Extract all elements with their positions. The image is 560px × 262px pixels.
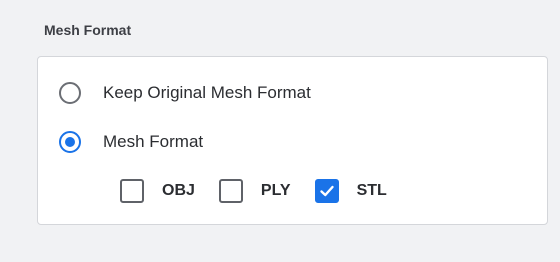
section-title: Mesh Format (44, 22, 132, 38)
stl-checkbox[interactable] (314, 179, 339, 203)
mesh-format-card: Keep Original Mesh Format Mesh Format OB… (37, 56, 548, 225)
mesh-format-option[interactable]: Mesh Format (59, 128, 203, 156)
obj-label: OBJ (162, 182, 195, 199)
mesh-format-radio[interactable] (59, 131, 81, 153)
ply-label: PLY (260, 182, 291, 199)
keep-original-radio[interactable] (59, 82, 81, 104)
stl-label: STL (356, 182, 387, 199)
keep-original-label: Keep Original Mesh Format (103, 83, 311, 102)
format-checkbox-group: OBJ PLY STL (120, 177, 411, 205)
format-option-stl[interactable]: STL (314, 179, 387, 203)
obj-checkbox[interactable] (120, 179, 144, 203)
checkmark-icon (319, 185, 334, 197)
keep-original-option[interactable]: Keep Original Mesh Format (59, 79, 311, 107)
format-option-ply[interactable]: PLY (218, 179, 291, 203)
ply-checkbox[interactable] (218, 179, 243, 203)
format-option-obj[interactable]: OBJ (120, 179, 195, 203)
mesh-format-label: Mesh Format (103, 132, 204, 151)
